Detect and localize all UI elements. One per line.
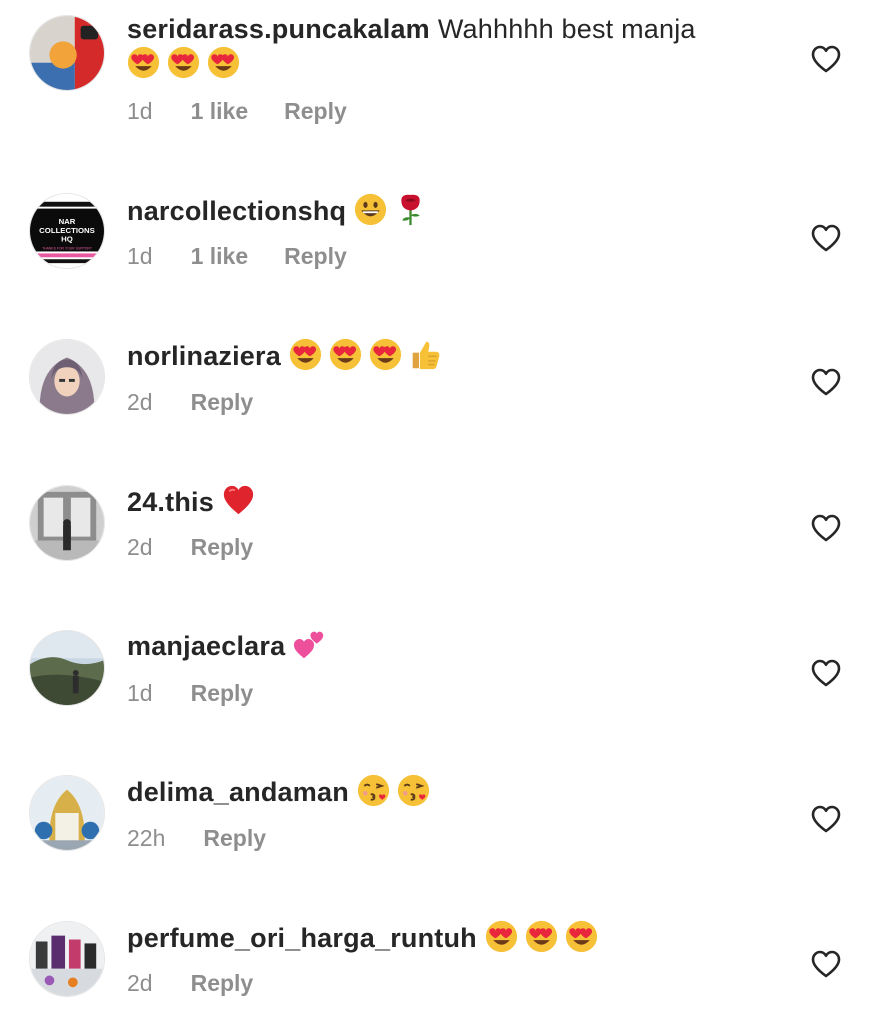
comment-body: norlinaziera (127, 338, 764, 373)
like-heart-icon[interactable] (810, 367, 842, 397)
heart-eyes-emoji-icon (167, 46, 200, 79)
comment-body: 24.this (127, 484, 764, 519)
heart-eyes-emoji-icon (485, 920, 518, 953)
avatar[interactable]: NAR COLLECTIONS HQ THANKS FOR YOUR SUPPO… (29, 193, 105, 269)
comment-body: manjaeclara (127, 628, 764, 663)
comment-meta: 22h Reply (127, 825, 302, 852)
comment-body: seridarass.puncakalam Wahhhhh best manja (127, 13, 764, 81)
comment-time: 1d (127, 680, 153, 706)
comment-username[interactable]: 24.this (127, 487, 214, 517)
reply-button[interactable]: Reply (191, 534, 254, 561)
avatar[interactable] (29, 630, 105, 706)
reply-button[interactable]: Reply (191, 680, 254, 707)
avatar-brand-text: NAR (59, 217, 76, 226)
comment-time: 22h (127, 825, 166, 851)
reply-button[interactable]: Reply (191, 389, 254, 416)
comment-username[interactable]: delima_andaman (127, 777, 349, 807)
reply-button[interactable]: Reply (284, 243, 347, 270)
reply-button[interactable]: Reply (284, 98, 347, 125)
comment-username[interactable]: perfume_ori_harga_runtuh (127, 923, 477, 953)
comment-time: 1d (127, 243, 153, 269)
like-heart-icon[interactable] (810, 513, 842, 543)
comment-meta: 1d 1 like Reply (127, 243, 383, 270)
avatar[interactable] (29, 339, 105, 415)
thumbs-up-emoji-icon (409, 338, 442, 371)
comment-meta: 2d Reply (127, 389, 289, 416)
avatar-brand-text: COLLECTIONS (39, 226, 95, 235)
heart-eyes-emoji-icon (565, 920, 598, 953)
comment-body: narcollectionshq (127, 193, 764, 228)
kissing-heart-emoji-icon (357, 774, 390, 807)
heart-eyes-emoji-icon (369, 338, 402, 371)
avatar-brand-text: THANKS FOR YOUR SUPPORT (42, 247, 92, 251)
like-heart-icon[interactable] (810, 804, 842, 834)
comment-body: perfume_ori_harga_runtuh (127, 920, 764, 955)
likes-count-button[interactable]: 1 like (191, 98, 249, 125)
avatar-brand-text: HQ (61, 235, 73, 244)
heart-eyes-emoji-icon (525, 920, 558, 953)
comment-body: delima_andaman (127, 774, 764, 809)
like-heart-icon[interactable] (810, 44, 842, 74)
comment-username[interactable]: manjaeclara (127, 631, 285, 661)
comment-username[interactable]: narcollectionshq (127, 196, 346, 226)
heart-eyes-emoji-icon (127, 46, 160, 79)
like-heart-icon[interactable] (810, 949, 842, 979)
heart-eyes-emoji-icon (329, 338, 362, 371)
heart-eyes-emoji-icon (207, 46, 240, 79)
comment-meta: 2d Reply (127, 970, 289, 997)
rose-emoji-icon (394, 193, 427, 226)
comment-text: Wahhhhh best manja (437, 14, 696, 44)
kissing-heart-emoji-icon (397, 774, 430, 807)
comment-meta: 1d Reply (127, 680, 289, 707)
reply-button[interactable]: Reply (191, 970, 254, 997)
avatar[interactable] (29, 485, 105, 561)
comment-time: 1d (127, 98, 153, 124)
like-heart-icon[interactable] (810, 223, 842, 253)
two-hearts-emoji-icon (293, 628, 326, 661)
like-heart-icon[interactable] (810, 658, 842, 688)
comment-time: 2d (127, 389, 153, 415)
comment-meta: 2d Reply (127, 534, 289, 561)
comment-meta: 1d 1 like Reply (127, 98, 383, 125)
avatar[interactable] (29, 775, 105, 851)
heart-eyes-emoji-icon (289, 338, 322, 371)
comment-username[interactable]: norlinaziera (127, 341, 281, 371)
comment-username[interactable]: seridarass.puncakalam (127, 14, 430, 44)
likes-count-button[interactable]: 1 like (191, 243, 249, 270)
grinning-emoji-icon (354, 193, 387, 226)
comment-time: 2d (127, 970, 153, 996)
avatar[interactable] (29, 15, 105, 91)
reply-button[interactable]: Reply (203, 825, 266, 852)
avatar[interactable] (29, 921, 105, 997)
red-heart-emoji-icon (222, 484, 255, 517)
comment-time: 2d (127, 534, 153, 560)
